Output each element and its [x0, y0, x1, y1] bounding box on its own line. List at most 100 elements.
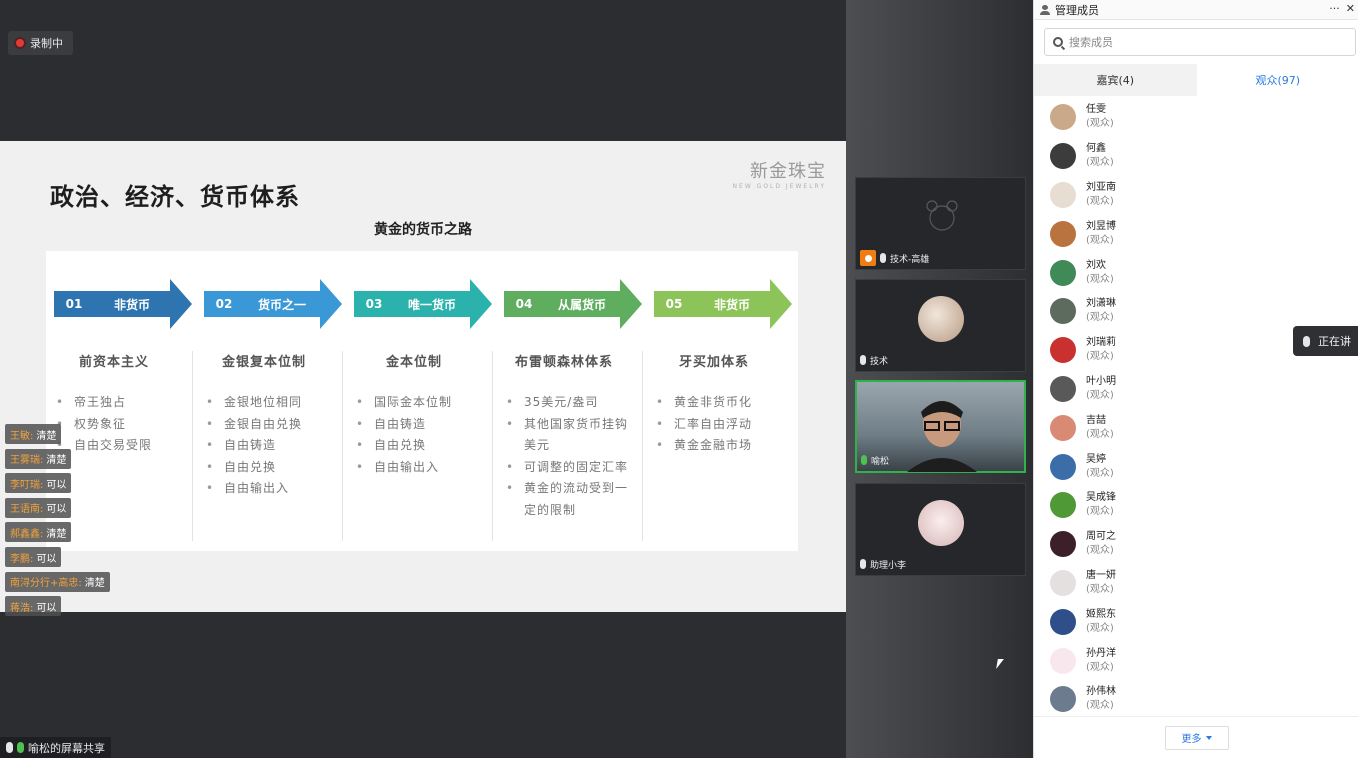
share-owner-label: 喻松的屏幕共享: [28, 741, 105, 755]
participant-name: 助理小李: [870, 560, 907, 571]
member-item[interactable]: 任雯 (观众): [1034, 98, 1358, 137]
stage-point: 35美元/盎司: [490, 392, 638, 414]
member-item[interactable]: 孙丹洋 (观众): [1034, 641, 1358, 680]
avatar: [1050, 569, 1076, 596]
members-panel: 管理成员 ··· ✕ 搜索成员 嘉宾(4) 观众(97) 任雯 (观众) 何鑫 (观众…: [1033, 0, 1358, 758]
member-item[interactable]: 吴婷 (观众): [1034, 447, 1358, 486]
stage-point: 其他国家货币挂钩美元: [490, 414, 638, 457]
chat-message: 李叮瑞: 可以: [5, 473, 72, 494]
member-info: 何鑫 (观众): [1086, 142, 1114, 170]
member-item[interactable]: 刘欢 (观众): [1034, 253, 1358, 292]
member-item[interactable]: 叶小明 (观众): [1034, 370, 1358, 409]
member-role: (观众): [1086, 157, 1114, 169]
stage-number: 01: [65, 297, 83, 311]
more-members-button[interactable]: 更多: [1164, 725, 1229, 750]
member-item[interactable]: 唐一妍 (观众): [1034, 564, 1358, 603]
speaking-indicator: 正在讲: [1293, 326, 1358, 356]
members-panel-title: 管理成员: [1055, 3, 1099, 17]
avatar: [1050, 220, 1076, 247]
member-role: (观众): [1086, 273, 1114, 285]
member-item[interactable]: 吉喆 (观众): [1034, 408, 1358, 447]
arrow-text: 03 唯一货币: [354, 279, 474, 329]
stage-heading: 布雷顿森林体系: [514, 355, 613, 370]
participant-name: 技术-高雄: [890, 254, 930, 265]
stage-points: 金银地位相同金银自由兑换自由铸造自由兑换自由输出入: [190, 392, 338, 500]
member-item[interactable]: 吴成锋 (观众): [1034, 486, 1358, 525]
avatar: [1050, 375, 1076, 402]
chat-sender: 郝鑫鑫:: [10, 528, 44, 540]
participant-name: 喻松: [871, 456, 890, 467]
member-info: 刘瑞莉 (观众): [1086, 336, 1116, 364]
column-divider: [492, 351, 493, 541]
stage-label: 非货币: [713, 297, 750, 312]
member-name: 刘亚南: [1086, 181, 1116, 193]
member-name: 刘昱博: [1086, 220, 1116, 232]
close-icon[interactable]: ✕: [1346, 2, 1355, 15]
member-role: (观众): [1086, 583, 1114, 595]
stage-column: 金银复本位制金银地位相同金银自由兑换自由铸造自由兑换自由输出入: [190, 351, 338, 500]
stage-point: 金银地位相同: [190, 392, 338, 414]
member-list: 任雯 (观众) 何鑫 (观众) 刘亚南 (观众) 刘昱博 (观众) 刘欢 (观众) 刘潇琳 (观众) 刘…: [1034, 98, 1358, 719]
video-tile[interactable]: 助理小李: [855, 483, 1026, 576]
member-info: 刘欢 (观众): [1086, 259, 1114, 287]
caret-down-icon: [1205, 735, 1212, 740]
member-item[interactable]: 何鑫 (观众): [1034, 137, 1358, 176]
member-name: 吴婷: [1086, 453, 1106, 465]
chat-sender: 王敏:: [10, 430, 34, 442]
stage-point: 自由兑换: [340, 435, 488, 457]
member-item[interactable]: 孙伟林 (观众): [1034, 680, 1358, 719]
member-role: (观众): [1086, 351, 1114, 363]
stage-points: 35美元/盎司其他国家货币挂钩美元可调整的固定汇率黄金的流动受到一定的限制: [490, 392, 638, 521]
chat-text: 清楚: [84, 578, 105, 590]
more-options-icon[interactable]: ···: [1329, 2, 1340, 15]
stage-arrow: 03 唯一货币: [354, 279, 494, 329]
stage-arrow: 04 从属货币: [504, 279, 644, 329]
member-name: 吴成锋: [1086, 492, 1116, 504]
member-info: 叶小明 (观众): [1086, 375, 1116, 403]
chat-text: 可以: [36, 602, 57, 614]
member-item[interactable]: 周可之 (观众): [1034, 525, 1358, 564]
member-item[interactable]: 刘昱博 (观众): [1034, 214, 1358, 253]
brand-name: 新金珠宝: [750, 161, 826, 182]
avatar: [1050, 259, 1076, 286]
tile-name-bar: 喻松: [861, 452, 889, 468]
stage-point: 帝王独占: [40, 392, 188, 414]
member-info: 刘昱博 (观众): [1086, 220, 1116, 248]
mic-icon: [880, 253, 886, 263]
member-tabs: 嘉宾(4) 观众(97): [1034, 64, 1358, 96]
stage-points: 黄金非货币化汇率自由浮动黄金金融市场: [640, 392, 788, 457]
chat-message: 王语南: 可以: [5, 497, 72, 518]
video-tile[interactable]: 技术-高雄: [855, 177, 1026, 270]
column-divider: [642, 351, 643, 541]
stage-number: 05: [665, 297, 683, 311]
avatar-placeholder-icon: [926, 200, 958, 231]
member-search-input[interactable]: 搜索成员: [1044, 28, 1356, 56]
chat-message: 南浔分行+高忠: 清楚: [5, 571, 110, 592]
video-tile[interactable]: 技术: [855, 279, 1026, 372]
member-name: 叶小明: [1086, 375, 1116, 387]
slide-subtitle: 黄金的货币之路: [374, 222, 472, 238]
arrow-text: 04 从属货币: [504, 279, 624, 329]
stage-point: 金银自由兑换: [190, 414, 338, 436]
stage-point: 自由输出入: [190, 478, 338, 500]
tab-guests[interactable]: 嘉宾(4): [1034, 64, 1197, 96]
member-item[interactable]: 刘亚南 (观众): [1034, 176, 1358, 215]
arrow-text: 02 货币之一: [204, 279, 324, 329]
stage-point: 黄金金融市场: [640, 435, 788, 457]
member-item[interactable]: 姬熙东 (观众): [1034, 602, 1358, 641]
stage-heading: 金本位制: [385, 355, 442, 370]
recording-label: 录制中: [30, 37, 63, 50]
stage-point: 自由铸造: [190, 435, 338, 457]
stage-heading: 牙买加体系: [678, 355, 749, 370]
active-speaker-tile[interactable]: 喻松: [855, 380, 1026, 473]
member-item[interactable]: 刘潇琳 (观众): [1034, 292, 1358, 331]
chat-text: 可以: [46, 504, 67, 516]
recording-indicator[interactable]: 录制中: [8, 31, 73, 55]
member-name: 姬熙东: [1086, 608, 1116, 620]
member-name: 唐一妍: [1086, 569, 1116, 581]
avatar: [1050, 104, 1076, 131]
stage-number: 03: [365, 297, 383, 311]
panel-actions: ··· ✕: [1329, 2, 1355, 15]
member-role: (观众): [1086, 506, 1114, 518]
tab-audience[interactable]: 观众(97): [1196, 64, 1358, 96]
